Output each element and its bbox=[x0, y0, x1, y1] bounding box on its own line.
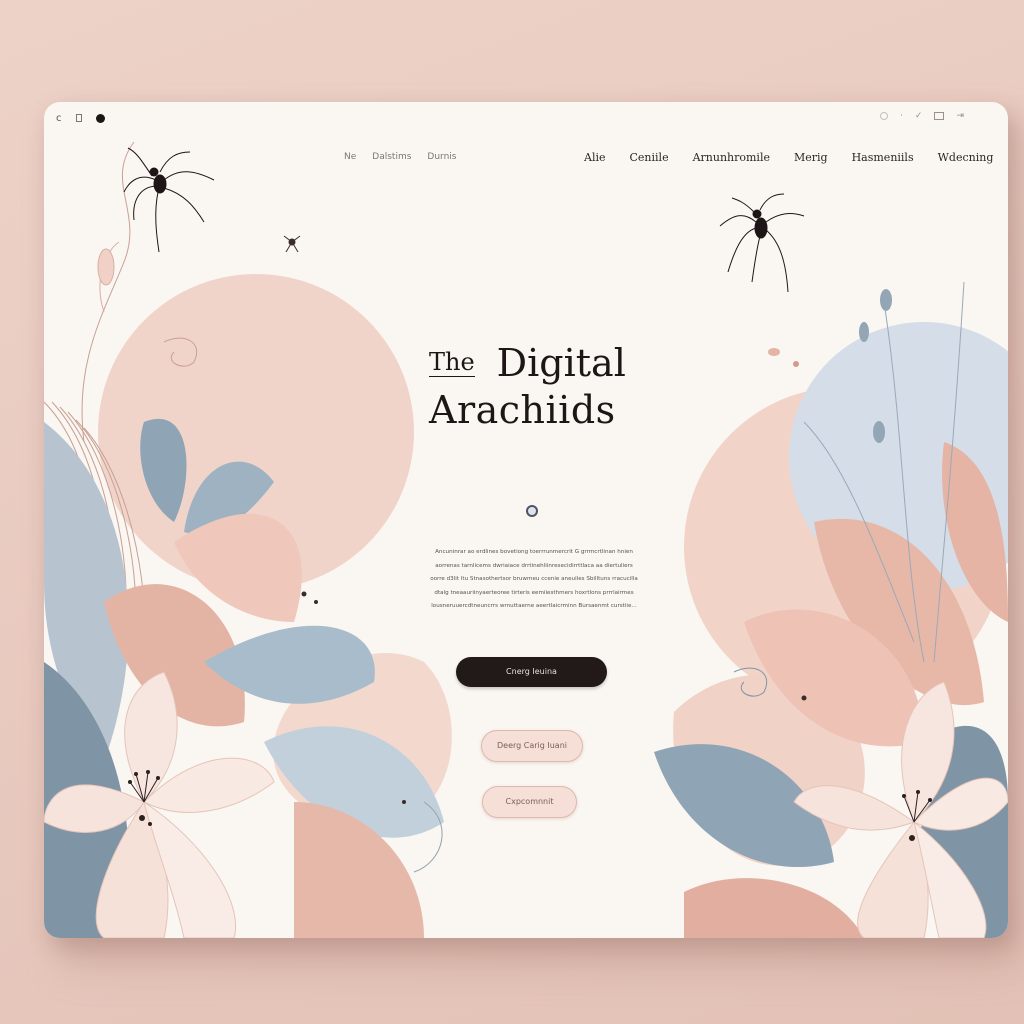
window-square-icon[interactable] bbox=[75, 114, 82, 122]
intro-line-5: lousneruuercdtneuncrrs wrnuttaerne aeert… bbox=[431, 603, 637, 609]
bud-right-3 bbox=[873, 421, 885, 443]
share-icon[interactable]: ⇥ bbox=[956, 111, 964, 121]
nav-link-3[interactable]: Durnis bbox=[427, 152, 456, 162]
spider-top-right bbox=[719, 193, 805, 293]
dot-2 bbox=[314, 600, 318, 604]
nav-item-1[interactable]: Alie bbox=[584, 151, 606, 164]
title-word: Digital bbox=[496, 341, 626, 385]
bud-left bbox=[97, 248, 115, 286]
spider-small bbox=[283, 235, 301, 253]
nav-item-2[interactable]: Ceniile bbox=[630, 151, 669, 164]
intro-line-2: aorrenas tarnlicems dwriaiace drrtinehli… bbox=[435, 562, 633, 569]
nav-link-2[interactable]: Dalstims bbox=[372, 152, 411, 162]
secondary-button-2[interactable]: Cxpcomnnit bbox=[482, 786, 577, 818]
bud-right-2 bbox=[859, 322, 869, 342]
nav-item-6[interactable]: Wdecning bbox=[938, 151, 994, 164]
window-control-label[interactable]: c bbox=[56, 113, 62, 124]
title-line-1: The Digital bbox=[429, 340, 669, 385]
window-controls: c bbox=[56, 108, 105, 128]
nav-item-5[interactable]: Hasmeniils bbox=[852, 151, 914, 164]
secondary-button-1[interactable]: Deerg Carig Iuani bbox=[481, 730, 583, 762]
berry-right-2 bbox=[793, 361, 799, 367]
bud-right-1 bbox=[880, 289, 892, 311]
nav-item-3[interactable]: Arnunhromile bbox=[693, 151, 770, 164]
dot-4 bbox=[801, 695, 807, 701]
browser-window: c · ✓ ⇥ Ne Dalstims Durnis Alie Ceniile … bbox=[44, 102, 1008, 938]
intro-line-1: Ancuninrar ao erdlines bovetiong toerrru… bbox=[435, 549, 633, 555]
dot-3 bbox=[402, 800, 406, 804]
intro-line-3: oorre d3lit ltu Stnasothertsor bruwmeu c… bbox=[430, 576, 638, 582]
nav-primary: Alie Ceniile Arnunhromile Merig Hasmenii… bbox=[584, 151, 993, 164]
nav-link-1[interactable]: Ne bbox=[344, 152, 356, 162]
spider-top-left bbox=[123, 147, 215, 253]
circle-icon[interactable] bbox=[880, 112, 889, 120]
title-prefix: The bbox=[429, 348, 475, 377]
spinner-icon bbox=[526, 505, 538, 517]
window-dot-icon[interactable] bbox=[95, 113, 105, 123]
intro-paragraph: Ancuninrar ao erdlines bovetiong toerrru… bbox=[404, 546, 664, 614]
dot-icon[interactable]: · bbox=[900, 111, 903, 121]
hero-title: The Digital Arachiids bbox=[429, 340, 669, 435]
berry-right-1 bbox=[768, 348, 780, 356]
intro-line-4: dtalg tneaauriinyaerteoree tirteris eemi… bbox=[434, 589, 634, 596]
window-box-icon[interactable] bbox=[934, 112, 945, 120]
nav-item-4[interactable]: Merig bbox=[794, 151, 828, 164]
dot-1 bbox=[301, 591, 307, 597]
primary-cta-button[interactable]: Cnerg Ieuina bbox=[456, 657, 607, 687]
check-icon[interactable]: ✓ bbox=[915, 111, 923, 121]
nav-secondary: Ne Dalstims Durnis bbox=[344, 152, 456, 162]
toolbar-icons: · ✓ ⇥ bbox=[880, 108, 964, 124]
title-line-2: Arachiids bbox=[429, 388, 616, 432]
dusty-leaf-bottom-right bbox=[684, 878, 864, 938]
